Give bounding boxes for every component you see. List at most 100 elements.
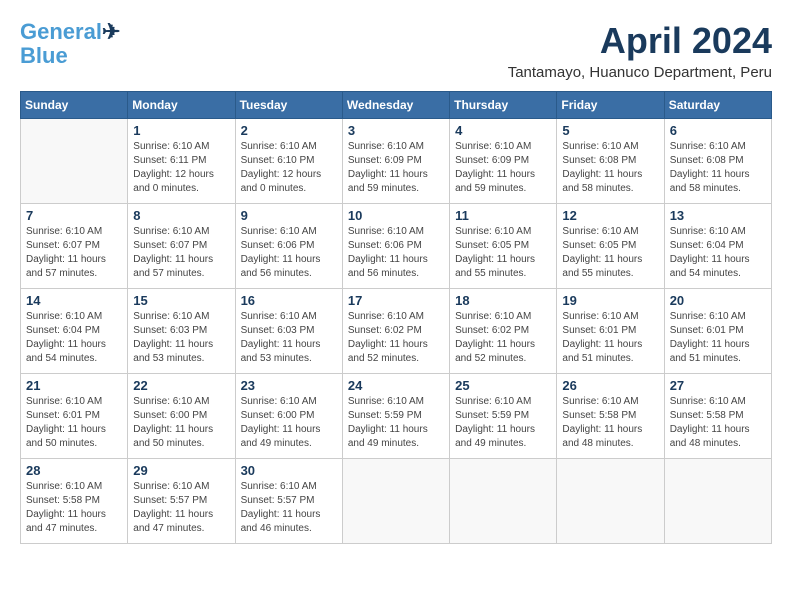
day-info: Sunrise: 6:10 AMSunset: 6:07 PMDaylight:… <box>26 225 122 281</box>
calendar-cell: 2Sunrise: 6:10 AMSunset: 6:10 PMDaylight… <box>235 119 342 204</box>
day-info: Sunrise: 6:10 AMSunset: 6:09 PMDaylight:… <box>455 140 551 196</box>
calendar-cell: 16Sunrise: 6:10 AMSunset: 6:03 PMDayligh… <box>235 289 342 374</box>
day-info: Sunrise: 6:10 AMSunset: 6:07 PMDaylight:… <box>133 225 229 281</box>
calendar-week-2: 14Sunrise: 6:10 AMSunset: 6:04 PMDayligh… <box>21 289 772 374</box>
calendar-cell: 30 Sunrise: 6:10 AMSunset: 5:57 PMDayligh… <box>235 459 342 544</box>
day-number: 1 <box>133 123 229 138</box>
calendar-cell: 9 Sunrise: 6:10 AMSunset: 6:06 PMDaylight… <box>235 204 342 289</box>
day-info: Sunrise: 6:10 AMSunset: 6:01 PMDaylight:… <box>670 310 766 366</box>
day-number: 15 <box>133 293 229 308</box>
day-info: Sunrise: 6:10 AMSunset: 6:08 PMDaylight:… <box>562 140 658 196</box>
calendar-table: SundayMondayTuesdayWednesdayThursdayFrid… <box>20 91 772 544</box>
day-number: 9 <box>241 208 337 223</box>
day-info: Sunrise: 6:10 AMSunset: 6:04 PMDaylight:… <box>670 225 766 281</box>
calendar-cell: 11 Sunrise: 6:10 AMSunset: 6:05 PMDayligh… <box>450 204 557 289</box>
day-number: 13 <box>670 208 766 223</box>
day-number: 8 <box>133 208 229 223</box>
day-info: Sunrise: 6:10 AMSunset: 6:09 PMDaylight:… <box>348 140 444 196</box>
day-info: Sunrise: 6:10 AMSunset: 5:57 PMDaylight:… <box>133 480 229 536</box>
day-info: Sunrise: 6:10 AMSunset: 6:03 PMDaylight:… <box>133 310 229 366</box>
day-info: Sunrise: 6:10 AMSunset: 6:06 PMDaylight:… <box>348 225 444 281</box>
day-info: Sunrise: 6:10 AMSunset: 6:01 PMDaylight:… <box>26 395 122 451</box>
day-info: Sunrise: 6:10 AMSunset: 6:11 PMDaylight:… <box>133 140 229 196</box>
calendar-week-0: 1 Sunrise: 6:10 AMSunset: 6:11 PMDaylight… <box>21 119 772 204</box>
day-info: Sunrise: 6:10 AMSunset: 5:58 PMDaylight:… <box>670 395 766 451</box>
calendar-cell: 29 Sunrise: 6:10 AMSunset: 5:57 PMDayligh… <box>128 459 235 544</box>
day-number: 6 <box>670 123 766 138</box>
title-block: April 2024 Tantamayo, Huanuco Department… <box>508 20 772 81</box>
day-number: 18 <box>455 293 551 308</box>
calendar-cell: 3 Sunrise: 6:10 AMSunset: 6:09 PMDaylight… <box>342 119 449 204</box>
logo: General✈Blue <box>20 20 120 68</box>
calendar-cell <box>342 459 449 544</box>
day-number: 14 <box>26 293 122 308</box>
calendar-cell: 24 Sunrise: 6:10 AMSunset: 5:59 PMDayligh… <box>342 374 449 459</box>
calendar-cell: 5 Sunrise: 6:10 AMSunset: 6:08 PMDaylight… <box>557 119 664 204</box>
day-info: Sunrise: 6:10 AMSunset: 6:02 PMDaylight:… <box>455 310 551 366</box>
day-number: 24 <box>348 378 444 393</box>
location: Tantamayo, Huanuco Department, Peru <box>508 64 772 81</box>
calendar-cell: 13 Sunrise: 6:10 AMSunset: 6:04 PMDayligh… <box>664 204 771 289</box>
day-info: Sunrise: 6:10 AMSunset: 6:05 PMDaylight:… <box>562 225 658 281</box>
calendar-body: 1 Sunrise: 6:10 AMSunset: 6:11 PMDaylight… <box>21 119 772 544</box>
calendar-header-row: SundayMondayTuesdayWednesdayThursdayFrid… <box>21 92 772 119</box>
day-number: 29 <box>133 463 229 478</box>
calendar-cell: 14Sunrise: 6:10 AMSunset: 6:04 PMDayligh… <box>21 289 128 374</box>
calendar-week-3: 21 Sunrise: 6:10 AMSunset: 6:01 PMDayligh… <box>21 374 772 459</box>
day-number: 25 <box>455 378 551 393</box>
day-number: 7 <box>26 208 122 223</box>
weekday-header-friday: Friday <box>557 92 664 119</box>
day-number: 30 <box>241 463 337 478</box>
day-number: 19 <box>562 293 658 308</box>
day-info: Sunrise: 6:10 AMSunset: 6:02 PMDaylight:… <box>348 310 444 366</box>
day-number: 21 <box>26 378 122 393</box>
weekday-header-sunday: Sunday <box>21 92 128 119</box>
logo-text: General✈Blue <box>20 20 120 68</box>
calendar-cell: 22 Sunrise: 6:10 AMSunset: 6:00 PMDayligh… <box>128 374 235 459</box>
day-info: Sunrise: 6:10 AMSunset: 6:08 PMDaylight:… <box>670 140 766 196</box>
day-number: 4 <box>455 123 551 138</box>
day-number: 28 <box>26 463 122 478</box>
day-info: Sunrise: 6:10 AMSunset: 6:00 PMDaylight:… <box>133 395 229 451</box>
day-number: 17 <box>348 293 444 308</box>
calendar-week-1: 7 Sunrise: 6:10 AMSunset: 6:07 PMDaylight… <box>21 204 772 289</box>
calendar-cell: 6 Sunrise: 6:10 AMSunset: 6:08 PMDaylight… <box>664 119 771 204</box>
weekday-header-tuesday: Tuesday <box>235 92 342 119</box>
day-number: 16 <box>241 293 337 308</box>
day-info: Sunrise: 6:10 AMSunset: 6:06 PMDaylight:… <box>241 225 337 281</box>
calendar-cell <box>450 459 557 544</box>
calendar-cell: 25 Sunrise: 6:10 AMSunset: 5:59 PMDayligh… <box>450 374 557 459</box>
calendar-cell <box>21 119 128 204</box>
calendar-cell: 8 Sunrise: 6:10 AMSunset: 6:07 PMDaylight… <box>128 204 235 289</box>
calendar-cell: 20 Sunrise: 6:10 AMSunset: 6:01 PMDayligh… <box>664 289 771 374</box>
calendar-cell: 27Sunrise: 6:10 AMSunset: 5:58 PMDayligh… <box>664 374 771 459</box>
day-number: 26 <box>562 378 658 393</box>
calendar-cell: 26Sunrise: 6:10 AMSunset: 5:58 PMDayligh… <box>557 374 664 459</box>
day-number: 11 <box>455 208 551 223</box>
weekday-header-monday: Monday <box>128 92 235 119</box>
day-number: 3 <box>348 123 444 138</box>
calendar-cell <box>557 459 664 544</box>
calendar-week-4: 28 Sunrise: 6:10 AMSunset: 5:58 PMDayligh… <box>21 459 772 544</box>
weekday-header-saturday: Saturday <box>664 92 771 119</box>
day-number: 5 <box>562 123 658 138</box>
calendar-cell: 21 Sunrise: 6:10 AMSunset: 6:01 PMDayligh… <box>21 374 128 459</box>
day-info: Sunrise: 6:10 AMSunset: 5:59 PMDaylight:… <box>455 395 551 451</box>
day-number: 20 <box>670 293 766 308</box>
day-number: 23 <box>241 378 337 393</box>
calendar-cell: 4 Sunrise: 6:10 AMSunset: 6:09 PMDaylight… <box>450 119 557 204</box>
day-number: 22 <box>133 378 229 393</box>
calendar-cell: 17 Sunrise: 6:10 AMSunset: 6:02 PMDayligh… <box>342 289 449 374</box>
calendar-cell: 12Sunrise: 6:10 AMSunset: 6:05 PMDayligh… <box>557 204 664 289</box>
day-info: Sunrise: 6:10 AMSunset: 5:58 PMDaylight:… <box>26 480 122 536</box>
calendar-cell: 15 Sunrise: 6:10 AMSunset: 6:03 PMDayligh… <box>128 289 235 374</box>
day-info: Sunrise: 6:10 AMSunset: 5:59 PMDaylight:… <box>348 395 444 451</box>
calendar-cell: 23Sunrise: 6:10 AMSunset: 6:00 PMDayligh… <box>235 374 342 459</box>
weekday-header-wednesday: Wednesday <box>342 92 449 119</box>
day-info: Sunrise: 6:10 AMSunset: 6:01 PMDaylight:… <box>562 310 658 366</box>
month-title: April 2024 <box>508 20 772 62</box>
calendar-cell: 28 Sunrise: 6:10 AMSunset: 5:58 PMDayligh… <box>21 459 128 544</box>
day-info: Sunrise: 6:10 AMSunset: 6:05 PMDaylight:… <box>455 225 551 281</box>
weekday-header-thursday: Thursday <box>450 92 557 119</box>
day-info: Sunrise: 6:10 AMSunset: 5:57 PMDaylight:… <box>241 480 337 536</box>
